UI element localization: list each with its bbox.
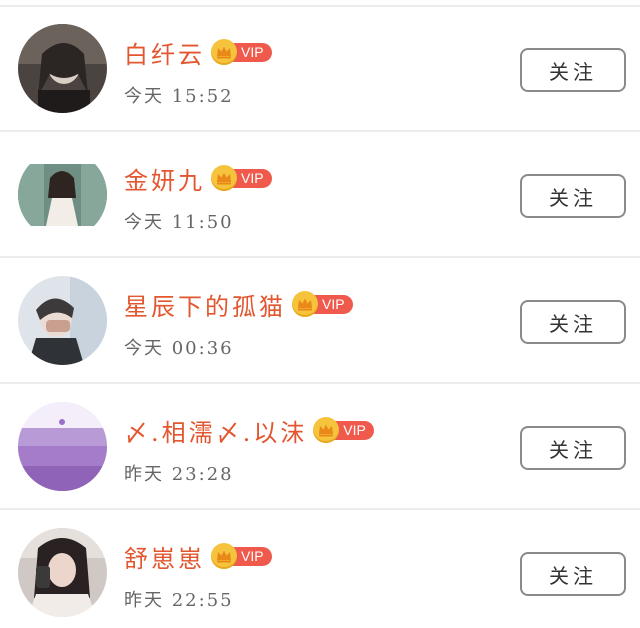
user-name[interactable]: 舒崽崽: [124, 539, 205, 574]
list-item[interactable]: 星辰下的孤猫 VIP 今天 00:36 关注: [0, 258, 640, 384]
list-item[interactable]: 白纤云 VIP 今天 15:52 关注: [0, 6, 640, 132]
name-line: 白纤云 VIP: [124, 32, 272, 72]
follow-button[interactable]: 关注: [520, 552, 626, 596]
user-name[interactable]: 〆.相濡〆.以沫: [124, 413, 307, 448]
user-name[interactable]: 星辰下的孤猫: [124, 287, 286, 322]
timestamp: 昨天 22:55: [124, 590, 234, 611]
avatar[interactable]: [18, 528, 107, 617]
list-item[interactable]: 舒崽崽 VIP 昨天 22:55 关注: [0, 510, 640, 628]
avatar[interactable]: [18, 150, 107, 239]
follow-button[interactable]: 关注: [520, 48, 626, 92]
follow-list: 白纤云 VIP 今天 15:52 关注 金妍九 VIP 今天 11:50 关注 …: [0, 0, 640, 628]
avatar[interactable]: [18, 24, 107, 113]
timestamp: 昨天 23:28: [124, 464, 234, 485]
crown-icon: [211, 39, 237, 65]
vip-badge: VIP: [211, 39, 272, 65]
user-name[interactable]: 金妍九: [124, 161, 205, 196]
name-line: 金妍九 VIP: [124, 158, 272, 198]
follow-button[interactable]: 关注: [520, 174, 626, 218]
avatar[interactable]: [18, 402, 107, 491]
crown-icon: [292, 291, 318, 317]
user-name[interactable]: 白纤云: [124, 35, 205, 70]
vip-badge: VIP: [292, 291, 353, 317]
list-item[interactable]: 〆.相濡〆.以沫 VIP 昨天 23:28 关注: [0, 384, 640, 510]
follow-button[interactable]: 关注: [520, 300, 626, 344]
vip-badge: VIP: [211, 543, 272, 569]
vip-badge: VIP: [211, 165, 272, 191]
name-line: 星辰下的孤猫 VIP: [124, 284, 353, 324]
timestamp: 今天 00:36: [124, 338, 234, 359]
avatar[interactable]: [18, 276, 107, 365]
crown-icon: [211, 165, 237, 191]
crown-icon: [211, 543, 237, 569]
timestamp: 今天 15:52: [124, 86, 234, 107]
list-item[interactable]: 金妍九 VIP 今天 11:50 关注: [0, 132, 640, 258]
name-line: 〆.相濡〆.以沫 VIP: [124, 410, 374, 450]
timestamp: 今天 11:50: [124, 212, 234, 233]
follow-button[interactable]: 关注: [520, 426, 626, 470]
vip-badge: VIP: [313, 417, 374, 443]
crown-icon: [313, 417, 340, 443]
name-line: 舒崽崽 VIP: [124, 536, 272, 576]
